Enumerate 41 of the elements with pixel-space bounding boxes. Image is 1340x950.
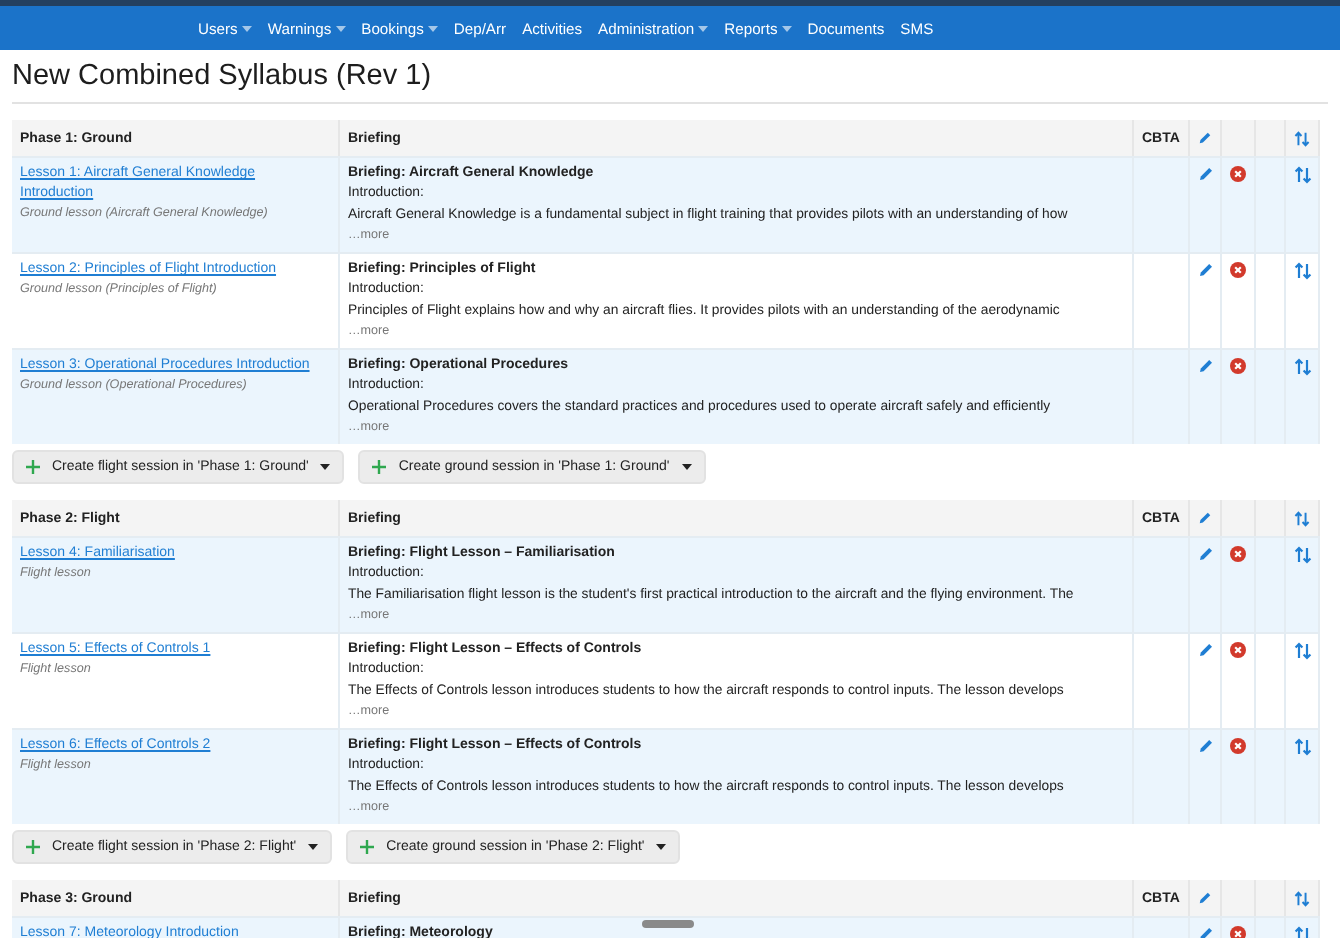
- scroll-handle[interactable]: [642, 920, 694, 928]
- delete-icon[interactable]: [1230, 358, 1246, 374]
- pencil-icon[interactable]: [1197, 926, 1213, 938]
- delete-icon[interactable]: [1230, 926, 1246, 938]
- pencil-icon[interactable]: [1197, 166, 1213, 182]
- caret-icon: [308, 844, 319, 850]
- pencil-icon[interactable]: [1197, 738, 1213, 754]
- caret-icon: [781, 25, 792, 31]
- pencil-icon[interactable]: [1198, 510, 1212, 526]
- delete-icon[interactable]: [1230, 262, 1246, 278]
- pencil-icon[interactable]: [1198, 130, 1212, 146]
- sort-icon[interactable]: [1293, 546, 1311, 564]
- caret-icon: [241, 25, 252, 31]
- sort-icon[interactable]: [1294, 889, 1310, 907]
- pencil-icon[interactable]: [1198, 890, 1212, 906]
- pencil-icon[interactable]: [1197, 262, 1213, 278]
- plus-icon: [372, 460, 387, 474]
- sort-icon[interactable]: [1294, 509, 1310, 527]
- pencil-icon[interactable]: [1197, 642, 1213, 658]
- sort-icon[interactable]: [1293, 738, 1311, 756]
- pencil-icon[interactable]: [1197, 546, 1213, 562]
- sort-icon[interactable]: [1294, 129, 1310, 147]
- caret-icon: [427, 25, 438, 31]
- sort-icon[interactable]: [1293, 642, 1311, 660]
- caret-icon: [698, 25, 709, 31]
- caret-icon: [656, 844, 667, 850]
- caret-icon: [681, 464, 692, 470]
- sort-icon[interactable]: [1293, 262, 1311, 280]
- plus-icon: [26, 460, 40, 474]
- pencil-icon[interactable]: [1197, 358, 1213, 374]
- page-title: New Combined Syllabus (Rev 1): [12, 60, 1328, 104]
- plus-icon: [26, 840, 40, 854]
- delete-icon[interactable]: [1230, 546, 1246, 562]
- delete-icon[interactable]: [1230, 166, 1246, 182]
- delete-icon[interactable]: [1230, 738, 1246, 754]
- delete-icon[interactable]: [1230, 642, 1246, 658]
- sort-icon[interactable]: [1293, 358, 1311, 376]
- caret-icon: [320, 464, 331, 470]
- caret-icon: [335, 25, 346, 31]
- plus-icon: [360, 840, 375, 854]
- sort-icon[interactable]: [1293, 166, 1311, 184]
